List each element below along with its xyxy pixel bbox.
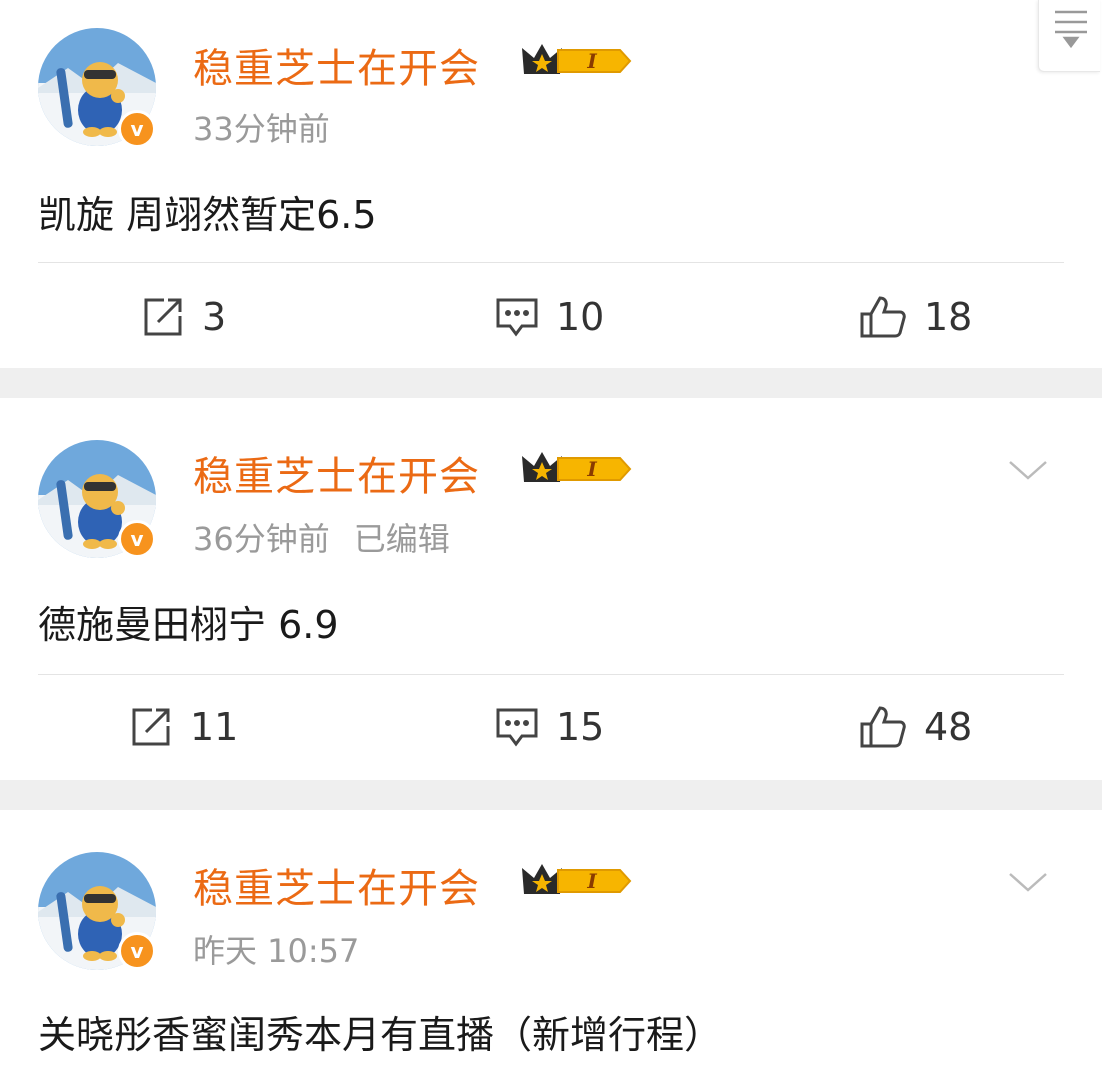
repost-button[interactable]: 11 <box>128 704 238 750</box>
post-meta: 昨天 10:57 <box>193 926 359 972</box>
post-card: v 稳重芝士在开会 I 昨天 10:57 关晓彤香蜜闺秀本月有直播（新增行程） <box>0 810 1102 1080</box>
username[interactable]: 稳重芝士在开会 <box>193 444 480 502</box>
username[interactable]: 稳重芝士在开会 <box>193 36 480 94</box>
post-meta: 33分钟前 <box>193 104 330 150</box>
comment-count: 15 <box>556 705 605 749</box>
comment-icon <box>496 708 538 747</box>
post-meta: 36分钟前 已编辑 <box>193 514 450 560</box>
comment-count: 10 <box>556 295 605 339</box>
comment-button[interactable]: 15 <box>494 704 604 750</box>
divider <box>38 674 1064 675</box>
filter-icon <box>1055 10 1087 49</box>
post-text[interactable]: 凯旋 周翊然暂定6.5 <box>38 184 377 239</box>
like-icon <box>860 296 906 338</box>
repost-count: 3 <box>202 295 227 339</box>
crown-level-icon[interactable]: I <box>520 40 632 86</box>
post-time: 36分钟前 <box>193 520 330 558</box>
repost-icon <box>132 708 170 746</box>
repost-button[interactable]: 3 <box>140 294 226 340</box>
username[interactable]: 稳重芝士在开会 <box>193 856 480 914</box>
like-button[interactable]: 48 <box>858 704 972 750</box>
post-card: v 稳重芝士在开会 I 36分钟前 已编辑 德施曼田栩宁 6.9 11 15 4… <box>0 398 1102 780</box>
repost-icon <box>144 298 182 336</box>
crown-level-icon[interactable]: I <box>520 448 632 494</box>
like-icon <box>860 706 906 748</box>
post-time: 33分钟前 <box>193 110 330 148</box>
edited-label[interactable]: 已编辑 <box>354 520 450 558</box>
svg-text:I: I <box>586 869 597 893</box>
filter-button[interactable] <box>1038 0 1100 72</box>
verified-badge: v <box>118 932 156 970</box>
like-count: 48 <box>924 705 973 749</box>
post-time: 昨天 10:57 <box>193 932 360 970</box>
svg-text:I: I <box>586 49 597 73</box>
comment-button[interactable]: 10 <box>494 294 604 340</box>
crown-level-icon[interactable]: I <box>520 860 632 906</box>
like-button[interactable]: 18 <box>858 294 972 340</box>
divider <box>38 262 1064 263</box>
post-text[interactable]: 关晓彤香蜜闺秀本月有直播（新增行程） <box>38 1004 722 1059</box>
like-count: 18 <box>924 295 973 339</box>
comment-icon <box>496 298 538 337</box>
chevron-down-icon[interactable] <box>1006 860 1050 904</box>
svg-text:I: I <box>586 457 597 481</box>
post-text[interactable]: 德施曼田栩宁 6.9 <box>38 594 339 649</box>
chevron-down-icon[interactable] <box>1006 448 1050 492</box>
verified-badge: v <box>118 520 156 558</box>
verified-badge: v <box>118 110 156 148</box>
post-card: v 稳重芝士在开会 I 33分钟前 凯旋 周翊然暂定6.5 3 10 18 <box>0 0 1102 368</box>
repost-count: 11 <box>190 705 239 749</box>
